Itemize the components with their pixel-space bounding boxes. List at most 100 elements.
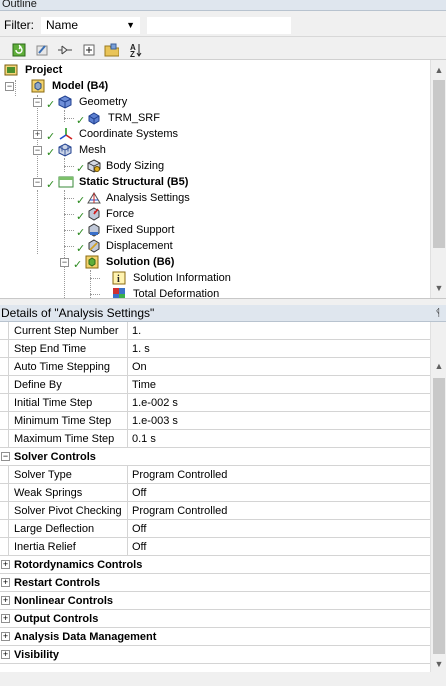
details-group-analysis-data-management[interactable]: + Analysis Data Management bbox=[0, 628, 430, 646]
details-row[interactable]: Large Deflection Off bbox=[0, 520, 430, 538]
scroll-up-icon[interactable]: ▲ bbox=[431, 62, 446, 78]
scroll-up-icon[interactable]: ▲ bbox=[431, 358, 446, 374]
property-value[interactable]: On bbox=[132, 358, 147, 376]
mesh-icon bbox=[58, 143, 72, 157]
body-icon bbox=[87, 111, 101, 125]
expand-icon[interactable]: + bbox=[1, 578, 10, 587]
tree-item-label: Static Structural (B5) bbox=[79, 176, 189, 188]
tree-scrollbar[interactable]: ▲ ▼ bbox=[430, 60, 446, 298]
details-row[interactable]: Solver Pivot Checking Program Controlled bbox=[0, 502, 430, 520]
details-row[interactable]: Solver Type Program Controlled bbox=[0, 466, 430, 484]
tree-item-static-structural[interactable]: − ✓ Static Structural (B5) bbox=[0, 174, 430, 191]
tree-item-label: Displacement bbox=[106, 240, 173, 252]
filter-input[interactable] bbox=[147, 17, 291, 34]
property-name: Large Deflection bbox=[14, 520, 128, 538]
tree-item-force[interactable]: ✓ Force bbox=[0, 206, 430, 223]
folder-icon[interactable] bbox=[103, 41, 120, 58]
property-value[interactable]: 1.e-002 s bbox=[132, 394, 178, 412]
coordinate-system-icon bbox=[58, 127, 73, 141]
group-name: Output Controls bbox=[14, 613, 99, 625]
sort-icon[interactable]: AZ bbox=[127, 41, 144, 58]
pin-icon[interactable]: ᛩ bbox=[435, 305, 441, 322]
tree-item-geometry[interactable]: − ✓ Geometry bbox=[0, 94, 430, 111]
geometry-icon bbox=[58, 95, 72, 109]
group-name: Nonlinear Controls bbox=[14, 595, 114, 607]
force-icon bbox=[87, 207, 101, 221]
details-row[interactable]: Auto Time Stepping On bbox=[0, 358, 430, 376]
tree-item-fixed-support[interactable]: ✓ Fixed Support bbox=[0, 222, 430, 239]
expand-all-icon[interactable] bbox=[80, 41, 97, 58]
filter-select[interactable]: Name ▼ bbox=[41, 17, 140, 34]
scroll-down-icon[interactable]: ▼ bbox=[431, 656, 446, 672]
property-name: Auto Time Stepping bbox=[14, 358, 128, 376]
details-row[interactable]: Maximum Time Step 0.1 s bbox=[0, 430, 430, 448]
scroll-thumb[interactable] bbox=[433, 80, 445, 248]
scroll-thumb[interactable] bbox=[433, 378, 445, 654]
details-group-nonlinear-controls[interactable]: + Nonlinear Controls bbox=[0, 592, 430, 610]
tree-item-trm-srf[interactable]: ✓ TRM_SRF bbox=[0, 110, 430, 127]
expand-icon[interactable]: + bbox=[1, 650, 10, 659]
expand-icon[interactable]: + bbox=[33, 130, 42, 139]
details-row[interactable]: Initial Time Step 1.e-002 s bbox=[0, 394, 430, 412]
collapse-icon[interactable]: − bbox=[60, 258, 69, 267]
property-value[interactable]: Off bbox=[132, 484, 146, 502]
tree-item-label: Solution (B6) bbox=[106, 256, 175, 268]
property-name: Solver Pivot Checking bbox=[14, 502, 128, 520]
details-row[interactable]: Define By Time bbox=[0, 376, 430, 394]
tree-item-label: Force bbox=[106, 208, 135, 220]
property-value[interactable]: Off bbox=[132, 538, 146, 556]
analysis-icon bbox=[58, 175, 74, 189]
tree-item-analysis-settings[interactable]: ✓ Analysis Settings bbox=[0, 190, 430, 207]
details-row[interactable]: Inertia Relief Off bbox=[0, 538, 430, 556]
tree-item-displacement[interactable]: ✓ Displacement bbox=[0, 238, 430, 255]
property-value[interactable]: 1.e-003 s bbox=[132, 412, 178, 430]
property-value[interactable]: Time bbox=[132, 376, 156, 394]
tree-item-total-deformation[interactable]: Total Deformation bbox=[0, 286, 430, 298]
expand-icon[interactable]: + bbox=[1, 632, 10, 641]
details-scrollbar[interactable]: ▲ ▼ bbox=[430, 322, 446, 672]
outline-toolbar: AZ bbox=[0, 38, 446, 60]
collapse-icon[interactable]: − bbox=[33, 146, 42, 155]
details-row[interactable]: Minimum Time Step 1.e-003 s bbox=[0, 412, 430, 430]
collapse-icon[interactable]: − bbox=[1, 452, 10, 461]
details-group-solver-controls[interactable]: − Solver Controls bbox=[0, 448, 430, 466]
expand-icon[interactable]: + bbox=[1, 614, 10, 623]
edit-icon[interactable] bbox=[33, 41, 50, 58]
property-value[interactable]: 1. bbox=[132, 322, 141, 340]
property-value[interactable]: Program Controlled bbox=[132, 502, 227, 520]
tree-item-model[interactable]: − Model (B4) bbox=[0, 78, 430, 94]
refresh-icon[interactable] bbox=[10, 41, 27, 58]
details-row[interactable]: Current Step Number 1. bbox=[0, 322, 430, 340]
tree-item-label: Project bbox=[25, 64, 63, 76]
tree-item-solution[interactable]: − ✓ Solution (B6) bbox=[0, 254, 430, 271]
details-group-visibility[interactable]: + Visibility bbox=[0, 646, 430, 664]
chevron-down-icon: ▼ bbox=[126, 20, 135, 30]
tree-item-coordinate-systems[interactable]: + ✓ Coordinate Systems bbox=[0, 126, 430, 143]
collapse-icon[interactable]: − bbox=[5, 82, 14, 91]
tree-item-project[interactable]: Project bbox=[0, 62, 430, 78]
tree-item-mesh[interactable]: − ✓ Mesh bbox=[0, 142, 430, 159]
tree-item-label: Analysis Settings bbox=[106, 192, 190, 204]
tree-item-solution-information[interactable]: i Solution Information bbox=[0, 270, 430, 286]
collapse-icon[interactable]: − bbox=[33, 178, 42, 187]
property-value[interactable]: Program Controlled bbox=[132, 466, 227, 484]
property-name: Weak Springs bbox=[14, 484, 128, 502]
solution-icon bbox=[85, 255, 99, 269]
details-row[interactable]: Weak Springs Off bbox=[0, 484, 430, 502]
filter-bar: Filter: Name ▼ bbox=[0, 11, 446, 37]
collapse-icon[interactable]: − bbox=[33, 98, 42, 107]
tree-item-label: Body Sizing bbox=[106, 160, 165, 172]
property-value[interactable]: 1. s bbox=[132, 340, 150, 358]
property-value[interactable]: 0.1 s bbox=[132, 430, 156, 448]
details-group-output-controls[interactable]: + Output Controls bbox=[0, 610, 430, 628]
details-group-rotordynamics-controls[interactable]: + Rotordynamics Controls bbox=[0, 556, 430, 574]
tree-item-body-sizing[interactable]: ✓ Body Sizing bbox=[0, 158, 430, 175]
expand-icon[interactable]: + bbox=[1, 596, 10, 605]
details-row[interactable]: Step End Time 1. s bbox=[0, 340, 430, 358]
property-value[interactable]: Off bbox=[132, 520, 146, 538]
details-group-restart-controls[interactable]: + Restart Controls bbox=[0, 574, 430, 592]
scroll-down-icon[interactable]: ▼ bbox=[431, 280, 446, 296]
expand-environment-icon[interactable] bbox=[56, 41, 73, 58]
expand-icon[interactable]: + bbox=[1, 560, 10, 569]
details-grid: Current Step Number 1. Step End Time 1. … bbox=[0, 322, 430, 672]
